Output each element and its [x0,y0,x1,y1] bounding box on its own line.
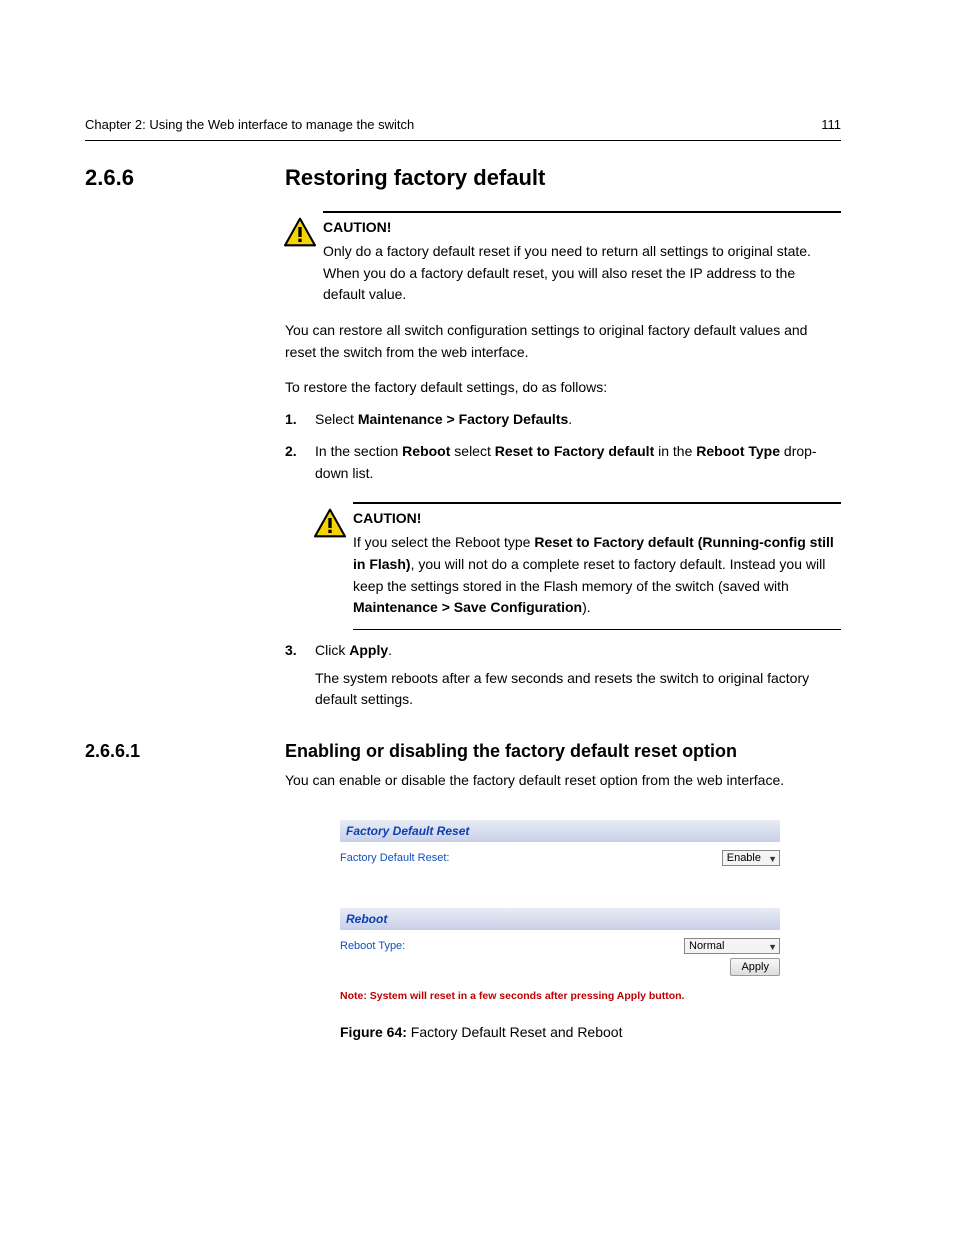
factory-default-reset-select[interactable]: Enable ▼ [722,850,780,866]
caution-label-1: CAUTION! [323,219,841,235]
reboot-type-select[interactable]: Normal ▼ [684,938,780,954]
section-number: 2.6.6 [85,165,134,191]
steps-list: 1. Select Maintenance > Factory Defaults… [285,409,841,484]
step-bold: Reboot Type [696,443,780,459]
step-bold: Apply [349,642,388,658]
step-bold: Maintenance > Factory Defaults [358,411,568,427]
step-text: in the [654,443,696,459]
step-bold: Reset to Factory default [495,443,654,459]
step-1: 1. Select Maintenance > Factory Defaults… [285,409,841,431]
figure-caption: Figure 64: Factory Default Reset and Reb… [340,1024,841,1040]
ui-section-header-reboot: Reboot [340,908,780,930]
caution-label-2: CAUTION! [353,510,841,526]
header-rule [85,140,841,141]
header-page-number: 111 [821,117,841,132]
step-text: In the section [315,443,402,459]
ui-warning-note: Note: System will reset in a few seconds… [340,990,780,1002]
step-number: 1. [285,409,315,431]
chevron-down-icon: ▼ [768,854,777,864]
step-text: select [450,443,494,459]
body-paragraph-2: To restore the factory default settings,… [285,377,841,399]
caution-text-1: Only do a factory default reset if you n… [323,241,841,306]
step-text: Select [315,411,358,427]
step-number: 2. [285,441,315,484]
subsection-number: 2.6.6.1 [85,741,140,762]
step-3: 3. Click Apply. [285,640,841,662]
chevron-down-icon: ▼ [768,942,777,952]
ui-section-header-factory: Factory Default Reset [340,820,780,842]
step-2: 2. In the section Reboot select Reset to… [285,441,841,484]
apply-button[interactable]: Apply [730,958,780,976]
select-value: Normal [689,940,724,952]
warning-icon [283,217,317,247]
caution-text-2: If you select the Reboot type Reset to F… [353,532,841,619]
step-text: Click [315,642,349,658]
ui-label-factory-default: Factory Default Reset: [340,852,540,864]
subsection-body: You can enable or disable the factory de… [285,770,841,792]
ui-row-reboot-type: Reboot Type: Normal ▼ [340,930,780,956]
ui-label-reboot-type: Reboot Type: [340,940,540,952]
select-value: Enable [727,852,761,864]
step-text: . [568,411,572,427]
result-paragraph: The system reboots after a few seconds a… [315,668,841,711]
steps-list-cont: 3. Click Apply. [285,640,841,662]
step-text: . [388,642,392,658]
warning-icon [313,508,347,538]
figure-caption-text: Factory Default Reset and Reboot [407,1024,623,1040]
ui-row-factory-default: Factory Default Reset: Enable ▼ [340,842,780,868]
caution-block-2: CAUTION! If you select the Reboot type R… [315,502,841,630]
section-title: Restoring factory default [285,165,841,191]
body-paragraph-1: You can restore all switch configuration… [285,320,841,363]
caution-block-1: CAUTION! Only do a factory default reset… [285,211,841,306]
embedded-ui-panel: Factory Default Reset Factory Default Re… [340,820,780,1002]
step-number: 3. [285,640,315,662]
figure-number: Figure 64: [340,1024,407,1040]
ui-row-apply: Apply [340,956,780,978]
subsection-title: Enabling or disabling the factory defaul… [285,741,841,762]
header-chapter-title: Chapter 2: Using the Web interface to ma… [85,117,414,132]
step-bold: Reboot [402,443,450,459]
